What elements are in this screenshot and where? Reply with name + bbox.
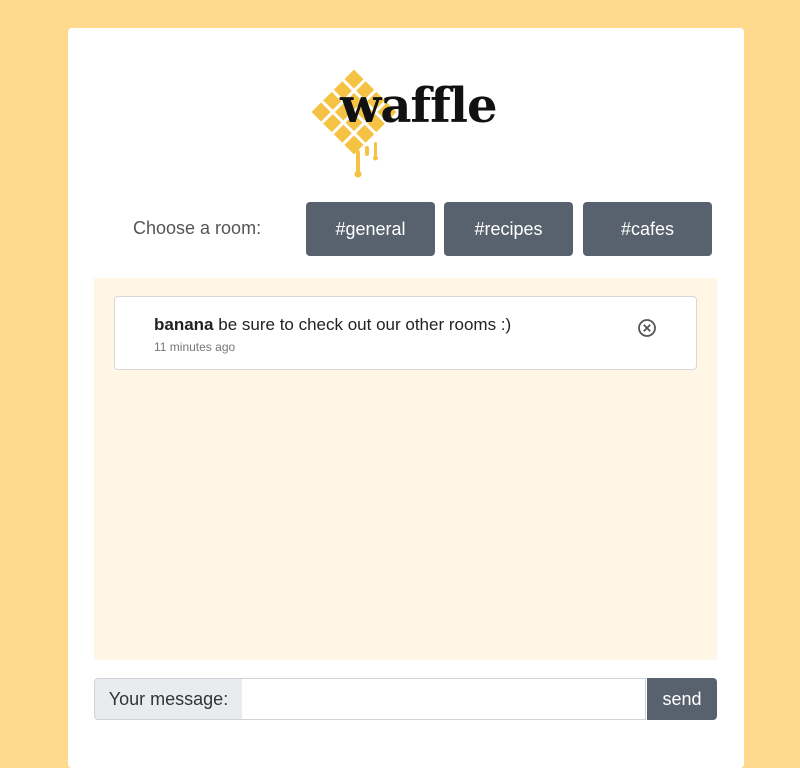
message-input[interactable] [242, 678, 646, 720]
room-button-cafes[interactable]: #cafes [583, 202, 712, 256]
message-author: banana [154, 315, 214, 334]
send-button[interactable]: send [647, 678, 717, 720]
delete-message-button[interactable] [637, 318, 657, 338]
message-input-label: Your message: [94, 678, 243, 720]
waffle-logo: waffle [308, 66, 498, 184]
logo-wordmark: waffle [340, 78, 497, 134]
message-list: banana be sure to check out our other ro… [94, 278, 717, 660]
message-content: banana be sure to check out our other ro… [154, 315, 511, 335]
message-composer: Your message: send [94, 678, 717, 720]
room-selector: Choose a room: #general #recipes #cafes [68, 202, 744, 256]
message-text: be sure to check out our other rooms :) [218, 315, 512, 334]
close-circle-icon [638, 319, 656, 337]
room-button-recipes[interactable]: #recipes [444, 202, 573, 256]
message-item: banana be sure to check out our other ro… [114, 296, 697, 370]
room-selector-label: Choose a room: [133, 218, 262, 238]
room-button-general[interactable]: #general [306, 202, 435, 256]
message-timestamp: 11 minutes ago [154, 340, 236, 354]
chat-card: waffle Choose a room: #general #recipes … [68, 28, 744, 768]
